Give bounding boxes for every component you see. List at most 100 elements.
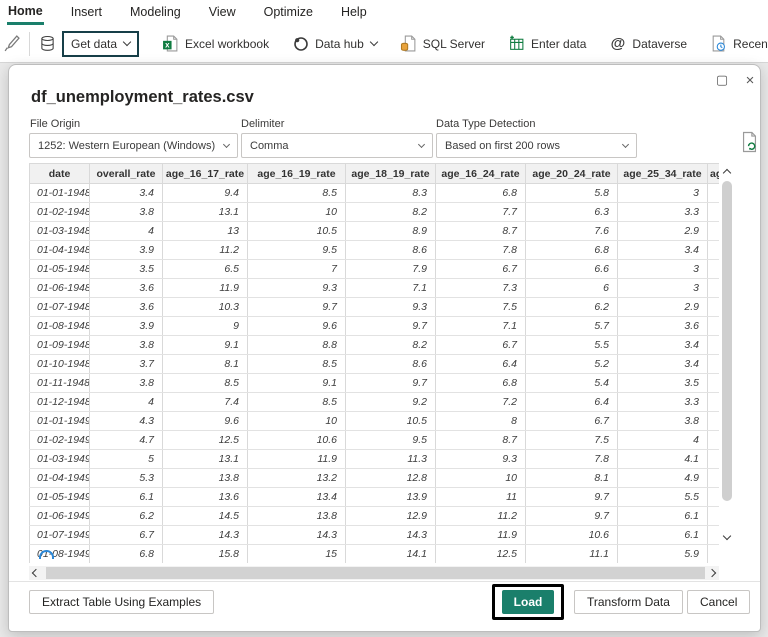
ribbon-toolbar: Get data x Excel workbook Data hub SQL Serve…	[0, 25, 768, 63]
table-cell: 3.4	[617, 335, 708, 355]
table-cell: 9.3	[247, 278, 346, 298]
table-cell: 11.9	[162, 278, 248, 298]
table-cell	[707, 316, 719, 336]
table-row: 01-11-1948 3.8 8.5 9.1 9.7 6.8 5.4 3.5	[29, 373, 719, 393]
toolbar-item-label: SQL Server	[422, 36, 486, 51]
close-icon[interactable]: ×	[742, 72, 758, 89]
table-row: 01-03-1949 5 13.1 11.9 11.3 9.3 7.8 4.1	[29, 449, 719, 469]
table-cell	[707, 183, 719, 203]
toolbar-item-label: Dataverse	[632, 36, 688, 51]
file-origin-select[interactable]: 1252: Western European (Windows)	[29, 133, 238, 158]
ribbon-tab-optimize[interactable]: Optimize	[263, 2, 314, 23]
scroll-left-icon[interactable]	[29, 567, 43, 579]
enter-data-button[interactable]: Enter data	[508, 35, 586, 52]
table-cell: 8.5	[247, 354, 346, 374]
table-cell	[707, 506, 719, 526]
data-type-detection-value: Based on first 200 rows	[445, 139, 560, 152]
table-row: 01-12-1948 4 7.4 8.5 9.2 7.2 6.4 3.3	[29, 392, 719, 412]
table-row: 01-08-1949 6.8 15.8 15 14.1 12.5 11.1 5.9	[29, 544, 719, 563]
table-cell: 3.8	[89, 202, 163, 222]
table-row: 01-05-1949 6.1 13.6 13.4 13.9 11 9.7 5.5	[29, 487, 719, 507]
excel-icon: x	[162, 35, 179, 52]
table-cell: 6.2	[89, 506, 163, 526]
table-cell: 11.1	[525, 544, 618, 563]
table-cell: 15.8	[162, 544, 248, 563]
table-cell: 9.7	[247, 297, 346, 317]
excel-workbook-button[interactable]: x Excel workbook	[162, 35, 269, 52]
load-button[interactable]: Load	[501, 590, 555, 614]
table-cell: 13.8	[162, 468, 248, 488]
table-cell: 9.4	[162, 183, 248, 203]
cancel-button[interactable]: Cancel	[687, 590, 751, 614]
horizontal-scroll-thumb[interactable]	[46, 567, 708, 579]
table-cell: 3	[617, 183, 708, 203]
ribbon-tab-modeling[interactable]: Modeling	[129, 2, 182, 23]
table-cell: 8.2	[345, 202, 436, 222]
table-cell: 9.6	[162, 411, 248, 431]
footer-divider	[9, 581, 760, 582]
table-cell: 01-06-1948	[29, 278, 90, 298]
recent-sources-icon	[710, 35, 727, 52]
table-cell: 3	[617, 259, 708, 279]
format-painter-icon[interactable]	[3, 34, 21, 53]
table-cell: 8.1	[162, 354, 248, 374]
column-header: age_16_24_rate	[435, 163, 526, 184]
table-cell: 7.7	[435, 202, 526, 222]
delimiter-value: Comma	[250, 139, 289, 152]
table-cell	[707, 202, 719, 222]
table-cell: 12.8	[345, 468, 436, 488]
get-data-button[interactable]: Get data	[39, 30, 140, 57]
table-cell: 5.8	[525, 183, 618, 203]
table-cell: 9.7	[525, 487, 618, 507]
table-cell: 01-02-1948	[29, 202, 90, 222]
column-header: age_16_17_rate	[162, 163, 248, 184]
dataverse-button[interactable]: @ Dataverse	[609, 35, 688, 52]
table-cell: 14.3	[345, 525, 436, 545]
table-cell: 01-08-1948	[29, 316, 90, 336]
table-cell: 01-11-1948	[29, 373, 90, 393]
extract-table-button[interactable]: Extract Table Using Examples	[29, 590, 215, 614]
maximize-icon[interactable]: ▢	[714, 72, 730, 88]
horizontal-scrollbar[interactable]	[29, 566, 719, 580]
table-cell: 7.4	[162, 392, 248, 412]
table-cell: 7.1	[345, 278, 436, 298]
scroll-right-icon[interactable]	[705, 567, 719, 579]
table-row: 01-01-1948 3.4 9.4 8.5 8.3 6.8 5.8 3	[29, 183, 719, 203]
ribbon-tab-home[interactable]: Home	[7, 1, 44, 25]
vertical-scrollbar[interactable]	[720, 163, 734, 547]
table-cell: 13.6	[162, 487, 248, 507]
sql-server-button[interactable]: SQL Server	[400, 35, 485, 52]
table-cell: 01-07-1948	[29, 297, 90, 317]
transform-data-button[interactable]: Transform Data	[574, 590, 683, 614]
table-row: 01-04-1949 5.3 13.8 13.2 12.8 10 8.1 4.9	[29, 468, 719, 488]
toolbar-divider	[29, 31, 30, 56]
table-cell: 15	[247, 544, 346, 563]
ribbon-tab-insert[interactable]: Insert	[70, 2, 103, 23]
ribbon-tab-view[interactable]: View	[208, 2, 237, 23]
column-header: ag	[707, 163, 719, 184]
table-cell: 9.7	[345, 373, 436, 393]
table-cell: 01-08-1949	[29, 544, 90, 563]
ribbon-tab-help[interactable]: Help	[340, 2, 368, 23]
table-cell: 9.1	[162, 335, 248, 355]
table-cell: 9.6	[247, 316, 346, 336]
table-cell: 11.9	[435, 525, 526, 545]
table-cell: 6.4	[435, 354, 526, 374]
table-cell	[707, 335, 719, 355]
recent-sources-button[interactable]: Recent sources	[710, 35, 768, 52]
table-cell: 6.8	[435, 183, 526, 203]
table-cell: 3.7	[89, 354, 163, 374]
ribbon-tabs: Home Insert Modeling View Optimize Help	[0, 0, 768, 25]
scroll-down-icon[interactable]	[721, 531, 733, 543]
table-cell	[707, 468, 719, 488]
column-header: date	[29, 163, 90, 184]
scroll-up-icon[interactable]	[721, 165, 733, 178]
table-cell: 7.3	[435, 278, 526, 298]
file-refresh-icon[interactable]	[740, 131, 759, 153]
delimiter-select[interactable]: Comma	[241, 133, 433, 158]
data-type-detection-select[interactable]: Based on first 200 rows	[436, 133, 637, 158]
table-cell: 11	[435, 487, 526, 507]
data-hub-button[interactable]: Data hub	[292, 35, 379, 52]
vertical-scroll-thumb[interactable]	[722, 181, 732, 501]
table-cell: 9.2	[345, 392, 436, 412]
